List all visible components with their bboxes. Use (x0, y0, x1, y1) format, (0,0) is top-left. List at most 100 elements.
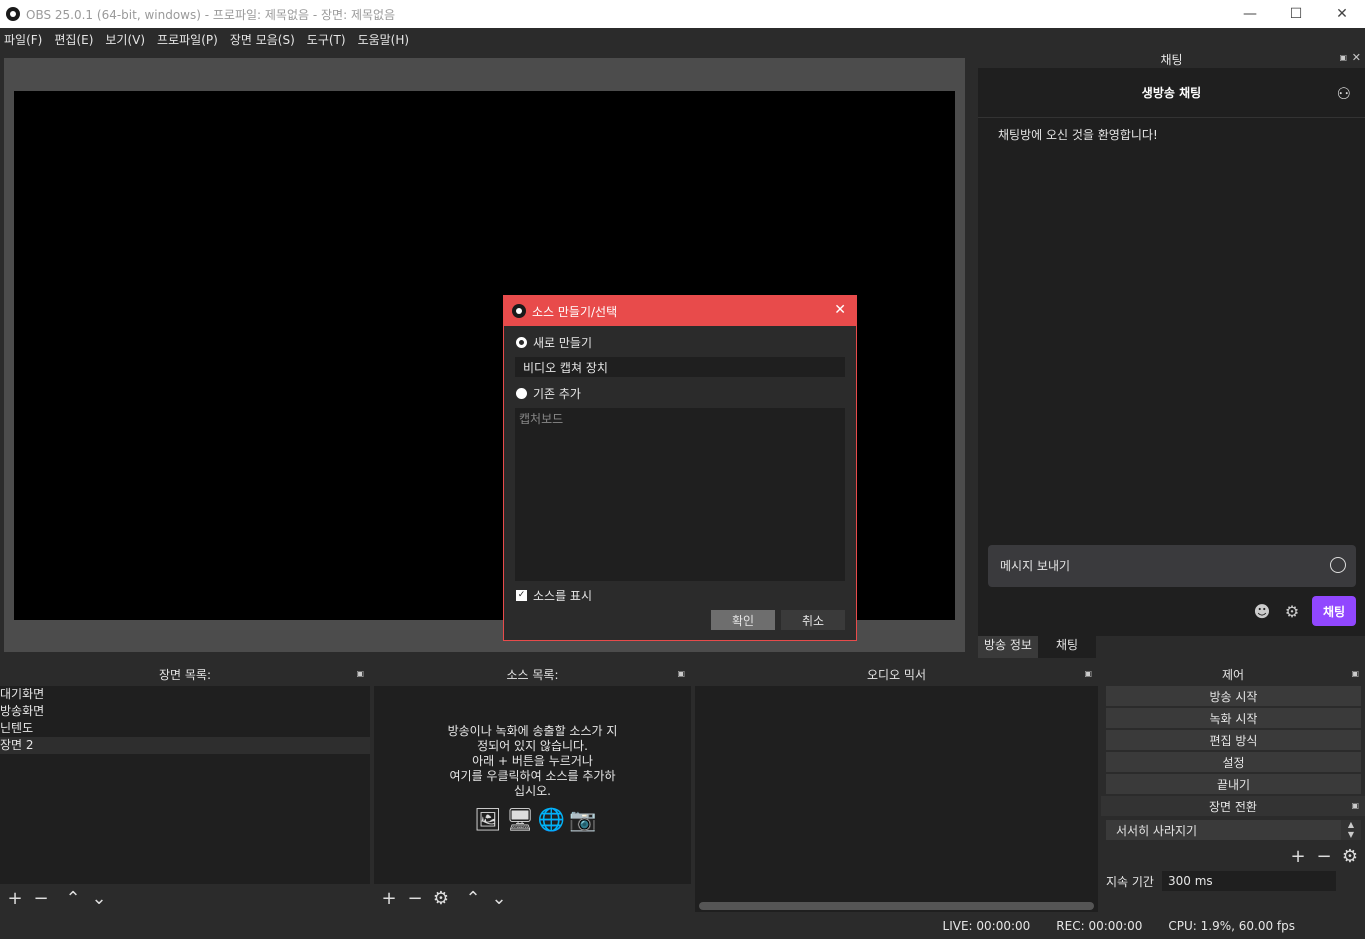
mixer-body (695, 686, 1098, 912)
empty-line: 정되어 있지 않습니다. (477, 739, 588, 753)
settings-button[interactable]: 설정 (1106, 752, 1361, 772)
show-source-checkbox[interactable]: ✓ 소스를 표시 (516, 587, 856, 604)
menu-profile[interactable]: 프로파일(P) (153, 31, 226, 48)
menu-file[interactable]: 파일(F) (0, 31, 50, 48)
scene-item[interactable]: 대기화면 (0, 686, 370, 703)
float-icon[interactable]: ▣ (677, 669, 685, 678)
move-up-icon[interactable]: ⌃ (60, 888, 86, 909)
close-icon[interactable]: ✕ (1352, 51, 1361, 64)
add-icon[interactable]: + (2, 888, 28, 909)
start-streaming-button[interactable]: 방송 시작 (1106, 686, 1361, 706)
add-existing-label: 기존 추가 (533, 387, 581, 401)
globe-icon: 🌐 (537, 808, 566, 833)
chat-welcome-message: 채팅방에 오신 것을 환영합니다! (998, 128, 1158, 142)
maximize-button[interactable]: ☐ (1273, 0, 1319, 28)
scene-item[interactable]: 닌텐도 (0, 720, 370, 737)
existing-sources-list[interactable]: 캡처보드 (515, 408, 845, 581)
rec-status: REC: 00:00:00 (1056, 918, 1143, 933)
horizontal-scrollbar[interactable] (699, 902, 1094, 910)
add-icon[interactable]: + (376, 888, 402, 909)
scenes-panel-title: 장면 목록: ▣ (0, 664, 370, 684)
duration-input[interactable]: 300 ms (1161, 871, 1336, 891)
monitor-icon: 🖥 (505, 808, 534, 833)
window-title: OBS 25.0.1 (64-bit, windows) - 프로파일: 제목없… (26, 7, 396, 22)
obs-logo-icon (6, 7, 20, 21)
controls-title-label: 제어 (1221, 667, 1245, 682)
gear-icon[interactable]: ⚙ (428, 888, 454, 909)
transitions-title: 장면 전환 ▣ (1101, 796, 1365, 816)
list-item[interactable]: 캡처보드 (519, 410, 841, 427)
move-up-icon[interactable]: ⌃ (460, 888, 486, 909)
audio-mixer-panel: 오디오 믹서 ▣ (695, 664, 1098, 912)
start-recording-button[interactable]: 녹화 시작 (1106, 708, 1361, 728)
chat-dock-title-label: 채팅 (1160, 52, 1183, 67)
transition-select[interactable]: 서서히 사라지기 ▲ ▼ (1106, 820, 1361, 840)
move-down-icon[interactable]: ⌄ (86, 888, 112, 909)
dock-tabs: 방송 정보 채팅 (978, 636, 1097, 658)
create-source-dialog: 소스 만들기/선택 ✕ 새로 만들기 비디오 캡쳐 장치 기존 추가 캡처보드 … (503, 295, 857, 641)
transition-toolbar: + − ⚙ (1101, 846, 1365, 867)
remove-icon[interactable]: − (28, 888, 54, 909)
minimize-button[interactable]: — (1227, 0, 1273, 28)
gear-icon[interactable]: ⚙ (1282, 601, 1302, 621)
gear-icon[interactable]: ⚙ (1337, 846, 1363, 867)
studio-mode-button[interactable]: 편집 방식 (1106, 730, 1361, 750)
close-window-button[interactable]: ✕ (1319, 0, 1365, 28)
empty-line: 방송이나 녹화에 송출할 소스가 지 (447, 724, 618, 738)
cancel-button[interactable]: 취소 (781, 610, 845, 630)
menu-help[interactable]: 도움말(H) (354, 31, 418, 48)
float-icon[interactable]: ▣ (1339, 53, 1347, 62)
duration-value: 300 ms (1167, 874, 1213, 888)
show-source-label: 소스를 표시 (533, 589, 593, 603)
scenes-title-label: 장면 목록: (158, 667, 212, 682)
emote-icon[interactable]: ☻ (1252, 601, 1272, 621)
image-icon: 🖼 (474, 808, 502, 833)
scenes-toolbar: + − ⌃ ⌄ (0, 884, 370, 912)
sources-list[interactable]: 방송이나 녹화에 송출할 소스가 지 정되어 있지 않습니다. 아래 + 버튼을… (374, 686, 691, 884)
menu-view[interactable]: 보기(V) (101, 31, 153, 48)
chat-send-button[interactable]: 채팅 (1312, 596, 1356, 626)
tab-stream-info[interactable]: 방송 정보 (978, 636, 1038, 658)
dialog-title-bar: 소스 만들기/선택 ✕ (504, 296, 856, 326)
move-down-icon[interactable]: ⌄ (486, 888, 512, 909)
status-bar: LIVE: 00:00:00 REC: 00:00:00 CPU: 1.9%, … (0, 912, 1365, 939)
remove-icon[interactable]: − (402, 888, 428, 909)
close-icon[interactable]: ✕ (834, 302, 846, 318)
scene-item-selected[interactable]: 장면 2 (0, 737, 370, 754)
menu-scene-collection[interactable]: 장면 모음(S) (226, 31, 303, 48)
users-icon[interactable]: ⚇ (1337, 84, 1351, 103)
obs-logo-icon (512, 304, 526, 318)
sources-title-label: 소스 목록: (506, 667, 559, 682)
exit-button[interactable]: 끝내기 (1106, 774, 1361, 794)
source-name-input[interactable]: 비디오 캡쳐 장치 (515, 357, 845, 377)
sources-panel: 소스 목록: ▣ 방송이나 녹화에 송출할 소스가 지 정되어 있지 않습니다.… (374, 664, 691, 912)
float-icon[interactable]: ▣ (1351, 669, 1359, 678)
source-name-value: 비디오 캡쳐 장치 (523, 360, 608, 375)
chat-message-input[interactable]: 메시지 보내기 (988, 545, 1356, 587)
chat-dock-title: 채팅 ▣ ✕ (978, 50, 1365, 68)
float-icon[interactable]: ▣ (1084, 669, 1092, 678)
float-icon[interactable]: ▣ (1351, 801, 1359, 810)
menu-tools[interactable]: 도구(T) (303, 31, 354, 48)
chat-header-title: 생방송 채팅 (1141, 86, 1202, 100)
menu-bar: 파일(F) 편집(E) 보기(V) 프로파일(P) 장면 모음(S) 도구(T)… (0, 28, 1365, 50)
scene-item[interactable]: 방송화면 (0, 703, 370, 720)
emoji-icon[interactable] (1330, 557, 1346, 573)
float-icon[interactable]: ▣ (356, 669, 364, 678)
empty-line: 십시오. (514, 784, 551, 798)
create-new-radio[interactable]: 새로 만들기 (516, 334, 856, 351)
add-existing-radio[interactable]: 기존 추가 (516, 385, 856, 402)
chevron-updown-icon: ▲ ▼ (1341, 820, 1361, 840)
menu-edit[interactable]: 편집(E) (50, 31, 101, 48)
controls-panel-title: 제어 ▣ (1101, 664, 1365, 684)
mixer-panel-title: 오디오 믹서 ▣ (695, 664, 1098, 684)
add-icon[interactable]: + (1285, 846, 1311, 867)
create-new-label: 새로 만들기 (533, 336, 593, 350)
tab-chat[interactable]: 채팅 (1037, 636, 1097, 658)
ok-button[interactable]: 확인 (711, 610, 775, 630)
sources-empty-message: 방송이나 녹화에 송출할 소스가 지 정되어 있지 않습니다. 아래 + 버튼을… (374, 724, 691, 799)
transitions-title-label: 장면 전환 (1209, 799, 1257, 814)
live-status: LIVE: 00:00:00 (942, 918, 1031, 933)
remove-icon[interactable]: − (1311, 846, 1337, 867)
radio-icon (516, 388, 527, 399)
